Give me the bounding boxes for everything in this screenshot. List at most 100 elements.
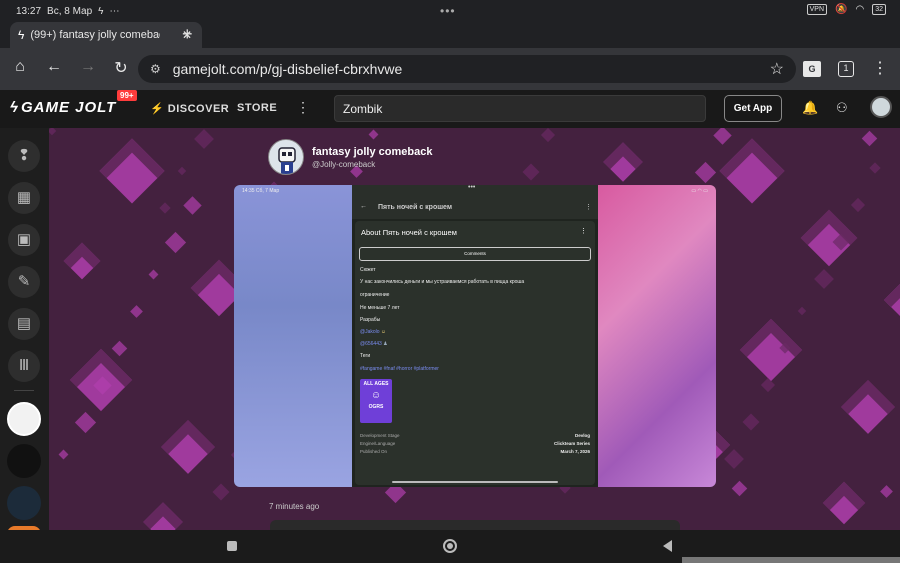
notification-count-badge: 99+ [117, 90, 137, 101]
background-diamond [719, 138, 785, 204]
nav-store[interactable]: STORE [237, 102, 277, 114]
age-rating-badge: ALL AGES ☺ OGRS [360, 379, 392, 423]
screenshot-wallpaper-left: 14:35 Сб, 7 Мар [234, 185, 352, 487]
translate-icon[interactable]: G [803, 61, 821, 77]
bolt-icon: ϟ [10, 99, 19, 116]
author-avatar[interactable] [268, 139, 304, 175]
system-status-bar: 13:27 Вс, 8 Мар ϟ ⋯ ••• VPN 🔕 ◠ 32 [0, 0, 900, 22]
sidebar-store-icon[interactable]: ▦ [8, 182, 40, 214]
sidebar: ❢ ▦ ▣ ✎ ▤ Ⅲ [0, 128, 49, 534]
tab-title: (99+) fantasy jolly comeback [30, 29, 161, 41]
sidebar-community-avatar[interactable] [7, 444, 41, 478]
browser-tab[interactable]: ϟ (99+) fantasy jolly comeback ✕ [10, 22, 202, 48]
meta-value: March 7, 2026 [560, 449, 590, 454]
modal-menu-icon: ⋮ [580, 228, 587, 235]
author-name[interactable]: fantasy jolly comeback [312, 146, 432, 158]
browser-menu-icon[interactable]: ⋮ [869, 58, 891, 78]
browser-toolbar: ⌂ ← → ↻ ⚙ gamejolt.com/p/gj-disbelief-cb… [0, 48, 900, 90]
background-diamond [164, 231, 187, 254]
tags-list: #fangame #fnaf #horror #platformer [360, 366, 439, 372]
background-diamond [884, 283, 900, 317]
background-diamond [368, 129, 379, 140]
get-app-button[interactable]: Get App [724, 95, 782, 122]
home-icon[interactable]: ⌂ [9, 58, 31, 76]
restriction-label: ограничение [360, 292, 390, 298]
author-handle[interactable]: @Jolly-comeback [312, 160, 375, 169]
tags-label: Теги [360, 353, 371, 359]
nav-discover-label: DISCOVER [167, 103, 230, 115]
post-image[interactable]: 14:35 Сб, 7 Мар ← Пять ночей с крошем ••… [234, 185, 716, 487]
sidebar-creator-icon[interactable]: ✎ [8, 266, 40, 298]
background-diamond [540, 128, 556, 143]
friends-icon[interactable]: ⚇ [836, 100, 848, 116]
meta-label: Development Stage [360, 433, 400, 438]
browser-tab-strip: ϟ (99+) fantasy jolly comeback ✕ + [0, 22, 900, 48]
sidebar-divider [14, 390, 34, 391]
background-diamond [177, 166, 187, 176]
background-diamond [739, 318, 803, 382]
sidebar-chat-icon[interactable]: ▤ [8, 308, 40, 340]
background-diamond [724, 449, 744, 469]
battery-icon: 32 [872, 4, 886, 15]
tab-switcher-button[interactable]: 1 [838, 61, 854, 77]
background-diamond [58, 449, 69, 460]
nav-discover[interactable]: ⚡ DISCOVER [150, 102, 229, 115]
rating-top: ALL AGES [363, 381, 389, 387]
site-settings-icon[interactable]: ⚙ [150, 62, 161, 76]
meta-label: Engine/Language [360, 441, 396, 446]
bell-icon[interactable]: 🔔 [802, 100, 818, 116]
background-diamond [713, 128, 732, 145]
about-modal: About Пять ночей с крошем ⋮ Comments Сюж… [355, 221, 595, 485]
home-button-icon[interactable] [443, 539, 457, 553]
dev-link: @Jakolo ☺ [360, 329, 387, 335]
sidebar-community-avatar[interactable] [7, 402, 41, 436]
rating-face-icon: ☺ [370, 390, 382, 401]
back-nav-icon[interactable] [663, 540, 672, 552]
plot-text: У нас закончились деньги и мы устраиваем… [360, 279, 525, 285]
sidebar-library-icon[interactable]: Ⅲ [8, 350, 40, 382]
new-tab-icon[interactable]: + [182, 24, 193, 45]
vpn-badge: VPN [806, 4, 828, 15]
age-text: Не меньше 7 лет [360, 305, 400, 311]
inner-status-time: 14:35 Сб, 7 Мар [242, 188, 280, 194]
sidebar-backpack-icon[interactable]: ▣ [8, 224, 40, 256]
url-text[interactable]: gamejolt.com/p/gj-disbelief-cbrxhvwe [173, 61, 403, 77]
gesture-pill [682, 557, 900, 563]
recents-icon[interactable] [227, 541, 237, 551]
meta-label: Published On [360, 449, 388, 454]
background-diamond [731, 480, 748, 497]
nav-more-icon[interactable]: ⋮ [296, 99, 310, 116]
background-diamond [212, 483, 230, 501]
screenshot-app-window: ← Пять ночей с крошем ••• ⋮ About Пять н… [352, 185, 598, 487]
background-diamond [694, 161, 717, 184]
address-bar[interactable]: ⚙ gamejolt.com/p/gj-disbelief-cbrxhvwe ☆ [138, 55, 796, 83]
background-diamond [822, 481, 866, 525]
meta-value: Clickteam Series [553, 441, 590, 446]
sidebar-home-icon[interactable]: ❢ [8, 140, 40, 172]
gamejolt-bolt-icon: ϟ [98, 5, 104, 17]
background-diamond [797, 306, 807, 316]
bookmark-star-icon[interactable]: ☆ [770, 59, 784, 79]
background-diamond [63, 242, 101, 280]
user-avatar[interactable] [870, 96, 892, 118]
background-diamond [161, 420, 215, 474]
background-diamond [869, 162, 881, 174]
reload-icon[interactable]: ↻ [110, 58, 132, 78]
sidebar-community-avatar[interactable] [7, 486, 41, 520]
emoji-icon: ☺ [380, 329, 387, 335]
gamejolt-favicon-icon: ϟ [18, 28, 25, 42]
search-input[interactable]: Zombik [334, 95, 706, 122]
inner-status-icons: ▭ ◠ ▭ [691, 188, 708, 194]
inner-back-icon: ← [360, 203, 367, 210]
modal-title: About Пять ночей с крошем [361, 228, 457, 237]
dev-link: @656443 ♟ [360, 341, 388, 347]
multiwindow-handle-icon[interactable]: ••• [440, 4, 456, 18]
background-diamond [861, 130, 878, 147]
status-icons: VPN 🔕 ◠ 32 [806, 4, 886, 15]
inner-app-header: ← Пять ночей с крошем ••• ⋮ [352, 185, 598, 219]
mute-icon: 🔕 [835, 4, 848, 15]
back-icon[interactable]: ← [43, 58, 65, 76]
gamejolt-logo[interactable]: ϟ GAME JOLT [10, 99, 116, 116]
forward-icon[interactable]: → [77, 58, 99, 76]
comments-button: Comments [359, 247, 591, 261]
